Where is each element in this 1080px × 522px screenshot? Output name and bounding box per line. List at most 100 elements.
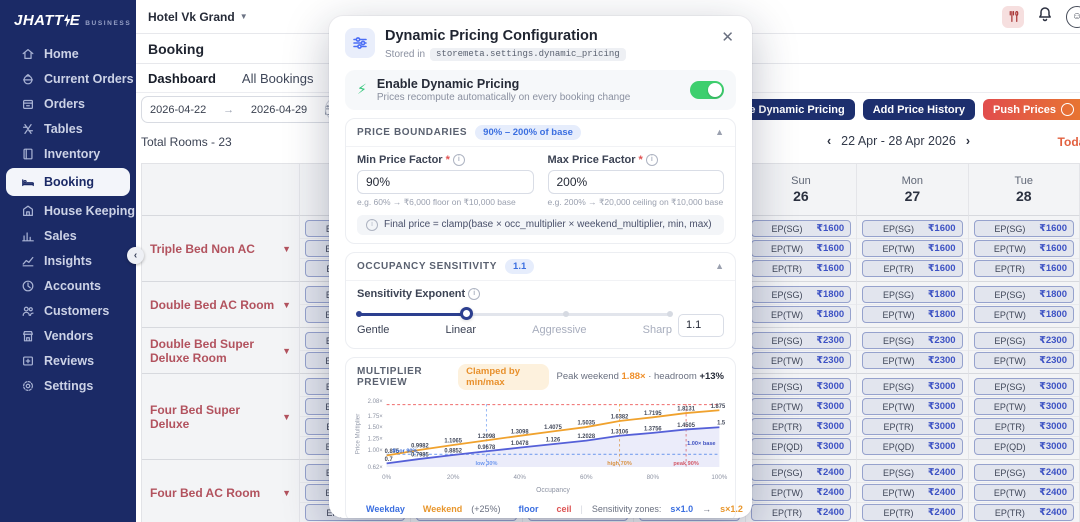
rate-chip[interactable]: EP(TW)₹3000 xyxy=(862,398,962,415)
rate-chip[interactable]: EP(SG)₹1800 xyxy=(974,286,1074,303)
rate-plan-code: EP(TR) xyxy=(869,264,928,274)
stored-in-path: storemeta.settings.dynamic_pricing xyxy=(430,48,626,61)
rate-chip[interactable]: EP(SG)₹2400 xyxy=(751,464,851,481)
rate-chip[interactable]: EP(QD)₹3000 xyxy=(751,438,851,455)
today-button[interactable]: Today xyxy=(1058,135,1080,149)
info-icon: i xyxy=(453,154,465,166)
rate-chip[interactable]: EP(QD)₹3000 xyxy=(862,438,962,455)
sensitivity-exponent-input[interactable] xyxy=(678,314,724,337)
sidebar-item-settings[interactable]: Settings xyxy=(6,373,130,398)
rate-chip[interactable]: EP(TW)₹2400 xyxy=(751,484,851,501)
add-price-history-button[interactable]: Add Price History xyxy=(863,99,975,120)
rate-chip[interactable]: EP(SG)₹2300 xyxy=(862,332,962,349)
rate-plan-code: EP(SG) xyxy=(758,468,817,478)
sidebar-item-accounts[interactable]: Accounts xyxy=(6,273,130,298)
rate-chip[interactable]: EP(TR)₹2400 xyxy=(862,504,962,521)
room-type-double-bed-ac-room[interactable]: Double Bed AC Room▼ xyxy=(142,282,300,328)
sidebar-item-house-keeping[interactable]: House Keeping xyxy=(6,198,130,223)
rate-chip[interactable]: EP(SG)₹3000 xyxy=(862,378,962,395)
svg-text:2.08×: 2.08× xyxy=(368,398,384,405)
chevron-up-icon[interactable]: ▲ xyxy=(715,127,724,137)
sidebar-item-inventory[interactable]: Inventory xyxy=(6,141,130,166)
rate-chip[interactable]: EP(TW)₹1800 xyxy=(974,306,1074,323)
rate-chip[interactable]: EP(SG)₹3000 xyxy=(751,378,851,395)
rate-chip[interactable]: EP(SG)₹2300 xyxy=(974,332,1074,349)
rate-chip[interactable]: EP(TR)₹2400 xyxy=(974,504,1074,521)
price-cell: EP(SG)₹1800 EP(TW)₹1800 xyxy=(969,282,1080,328)
next-week-button[interactable]: › xyxy=(966,134,970,148)
rate-chip[interactable]: EP(TW)₹1600 xyxy=(974,240,1074,257)
rate-chip[interactable]: EP(TW)₹1600 xyxy=(862,240,962,257)
rate-chip[interactable]: EP(SG)₹3000 xyxy=(974,378,1074,395)
rate-chip[interactable]: EP(TW)₹2300 xyxy=(862,352,962,369)
tab-all-bookings[interactable]: All Bookings xyxy=(242,71,314,86)
notifications-button[interactable] xyxy=(1037,6,1053,27)
room-type-label: Four Bed Super Deluxe xyxy=(150,403,282,431)
rate-chip[interactable]: EP(SG)₹2400 xyxy=(862,464,962,481)
enable-toggle[interactable] xyxy=(690,81,724,99)
price-cell: EP(SG)₹2400 EP(TW)₹2400 EP(TR)₹2400 xyxy=(969,460,1080,522)
rate-chip[interactable]: EP(SG)₹2400 xyxy=(974,464,1074,481)
rate-chip[interactable]: EP(SG)₹1800 xyxy=(862,286,962,303)
rate-chip[interactable]: EP(TR)₹1600 xyxy=(974,260,1074,277)
push-prices-button[interactable]: Push Prices xyxy=(983,99,1080,120)
sidebar-item-orders[interactable]: Orders xyxy=(6,91,130,116)
rate-chip[interactable]: EP(TR)₹1600 xyxy=(751,260,851,277)
rate-chip[interactable]: EP(SG)₹1600 xyxy=(862,220,962,237)
sidebar-item-reviews[interactable]: Reviews xyxy=(6,348,130,373)
slider-handle[interactable] xyxy=(460,307,473,320)
room-type-double-bed-super-deluxe-room[interactable]: Double Bed Super Deluxe Room▼ xyxy=(142,328,300,374)
chevron-up-icon[interactable]: ▲ xyxy=(715,261,724,271)
hotel-selector[interactable]: Hotel Vk Grand ▼ xyxy=(148,10,248,24)
tab-dashboard[interactable]: Dashboard xyxy=(148,71,216,86)
price-cell: EP(SG)₹3000 EP(TW)₹3000 EP(TR)₹3000 EP(QD)₹… xyxy=(857,374,968,460)
rate-chip[interactable]: EP(TR)₹1600 xyxy=(862,260,962,277)
rate-plan-code: EP(TW) xyxy=(869,356,928,366)
svg-text:100%: 100% xyxy=(711,474,727,481)
sidebar-item-insights[interactable]: Insights xyxy=(6,248,130,273)
room-type-triple-bed-non-ac[interactable]: Triple Bed Non AC▼ xyxy=(142,216,300,282)
sidebar-item-sales[interactable]: Sales xyxy=(6,223,130,248)
rate-chip[interactable]: EP(TR)₹3000 xyxy=(974,418,1074,435)
max-price-factor-input[interactable] xyxy=(548,170,725,194)
room-type-four-bed-ac-room[interactable]: Four Bed AC Room▼ xyxy=(142,460,300,522)
rate-chip[interactable]: EP(TR)₹3000 xyxy=(862,418,962,435)
restaurant-button[interactable] xyxy=(1002,6,1024,28)
rate-chip[interactable]: EP(SG)₹1600 xyxy=(974,220,1074,237)
rate-chip[interactable]: EP(TW)₹1600 xyxy=(751,240,851,257)
rate-chip[interactable]: EP(TW)₹2400 xyxy=(862,484,962,501)
sidebar-item-current-orders[interactable]: Current Orders xyxy=(6,66,130,91)
rate-chip[interactable]: EP(TR)₹3000 xyxy=(751,418,851,435)
rate-chip[interactable]: EP(SG)₹1800 xyxy=(751,286,851,303)
rate-plan-code: EP(TR) xyxy=(758,508,817,518)
min-price-factor-input[interactable] xyxy=(357,170,534,194)
rate-price: ₹1800 xyxy=(1039,309,1067,320)
rate-chip[interactable]: EP(TW)₹2300 xyxy=(751,352,851,369)
rate-chip[interactable]: EP(SG)₹2300 xyxy=(751,332,851,349)
rate-plan-code: EP(TW) xyxy=(981,310,1040,320)
sidebar-collapse-button[interactable]: ‹ xyxy=(127,247,144,264)
rate-chip[interactable]: EP(TW)₹2300 xyxy=(974,352,1074,369)
sidebar-item-home[interactable]: Home xyxy=(6,41,130,66)
sidebar-item-booking[interactable]: Booking xyxy=(6,168,130,196)
sidebar-item-vendors[interactable]: Vendors xyxy=(6,323,130,348)
rate-chip[interactable]: EP(TR)₹2400 xyxy=(751,504,851,521)
rate-chip[interactable]: EP(TW)₹2400 xyxy=(974,484,1074,501)
sidebar-item-customers[interactable]: Customers xyxy=(6,298,130,323)
room-type-four-bed-super-deluxe[interactable]: Four Bed Super Deluxe▼ xyxy=(142,374,300,460)
rate-chip[interactable]: EP(TW)₹3000 xyxy=(974,398,1074,415)
sidebar-item-tables[interactable]: Tables xyxy=(6,116,130,141)
close-icon[interactable]: ✕ xyxy=(719,28,736,47)
rate-chip[interactable]: EP(SG)₹1600 xyxy=(751,220,851,237)
rate-chip[interactable]: EP(TW)₹3000 xyxy=(751,398,851,415)
profile-avatar[interactable]: ☺ xyxy=(1066,6,1080,28)
rate-price: ₹3000 xyxy=(1039,421,1067,432)
rate-chip[interactable]: EP(TW)₹1800 xyxy=(751,306,851,323)
date-range-input[interactable]: 2026-04-22 → 2026-04-29 xyxy=(141,96,345,123)
settings-icon xyxy=(21,379,35,393)
rate-plan-code: EP(SG) xyxy=(981,468,1040,478)
slider-track[interactable] xyxy=(359,313,670,316)
rate-chip[interactable]: EP(TW)₹1800 xyxy=(862,306,962,323)
rate-chip[interactable]: EP(QD)₹3000 xyxy=(974,438,1074,455)
prev-week-button[interactable]: ‹ xyxy=(827,134,831,148)
